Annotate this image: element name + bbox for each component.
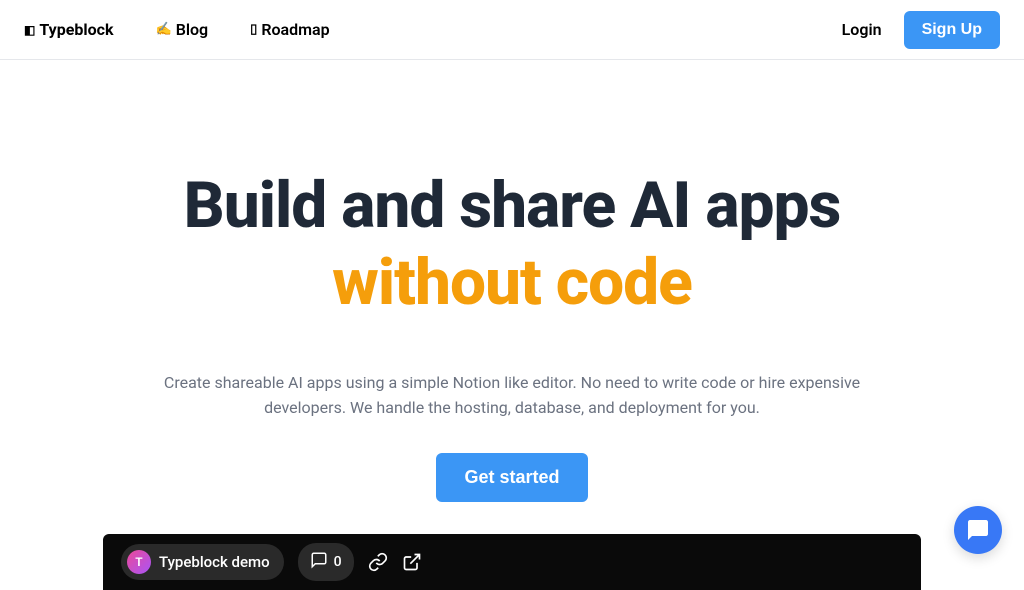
video-comments-button[interactable]: 0: [298, 543, 354, 581]
external-link-icon[interactable]: [402, 552, 422, 572]
video-avatar: T: [127, 550, 151, 574]
login-link[interactable]: Login: [842, 20, 882, 39]
video-embed[interactable]: T Typeblock demo 0: [103, 534, 921, 590]
hero-section: Build and share AI apps without code Cre…: [0, 60, 1024, 590]
roadmap-icon: ▯: [250, 22, 257, 37]
video-title: Typeblock demo: [159, 553, 270, 571]
nav-link-blog[interactable]: ✍ Blog: [156, 20, 209, 39]
logo-text: Typeblock: [39, 20, 113, 39]
get-started-button[interactable]: Get started: [436, 453, 587, 502]
signup-button[interactable]: Sign Up: [904, 11, 1000, 49]
video-comments-count: 0: [334, 554, 342, 570]
logo-link[interactable]: ◧ Typeblock: [24, 20, 114, 39]
hero-title-line1: Build and share AI apps: [184, 168, 841, 243]
hero-title: Build and share AI apps without code: [40, 168, 984, 322]
pencil-icon: ✍: [156, 22, 172, 37]
nav-link-blog-label: Blog: [176, 20, 208, 39]
logo-icon: ◧: [24, 23, 35, 37]
link-icon[interactable]: [368, 552, 388, 572]
nav-right: Login Sign Up: [842, 11, 1000, 49]
navbar: ◧ Typeblock ✍ Blog ▯ Roadmap Login Sign …: [0, 0, 1024, 60]
comment-icon: [310, 551, 328, 573]
hero-subtitle: Create shareable AI apps using a simple …: [142, 370, 882, 421]
chat-widget-button[interactable]: [954, 506, 1002, 554]
nav-link-roadmap[interactable]: ▯ Roadmap: [250, 20, 329, 39]
video-badge[interactable]: T Typeblock demo: [121, 544, 284, 580]
nav-left: ◧ Typeblock ✍ Blog ▯ Roadmap: [24, 20, 330, 39]
nav-link-roadmap-label: Roadmap: [261, 20, 329, 39]
hero-title-highlight: without code: [40, 245, 984, 322]
